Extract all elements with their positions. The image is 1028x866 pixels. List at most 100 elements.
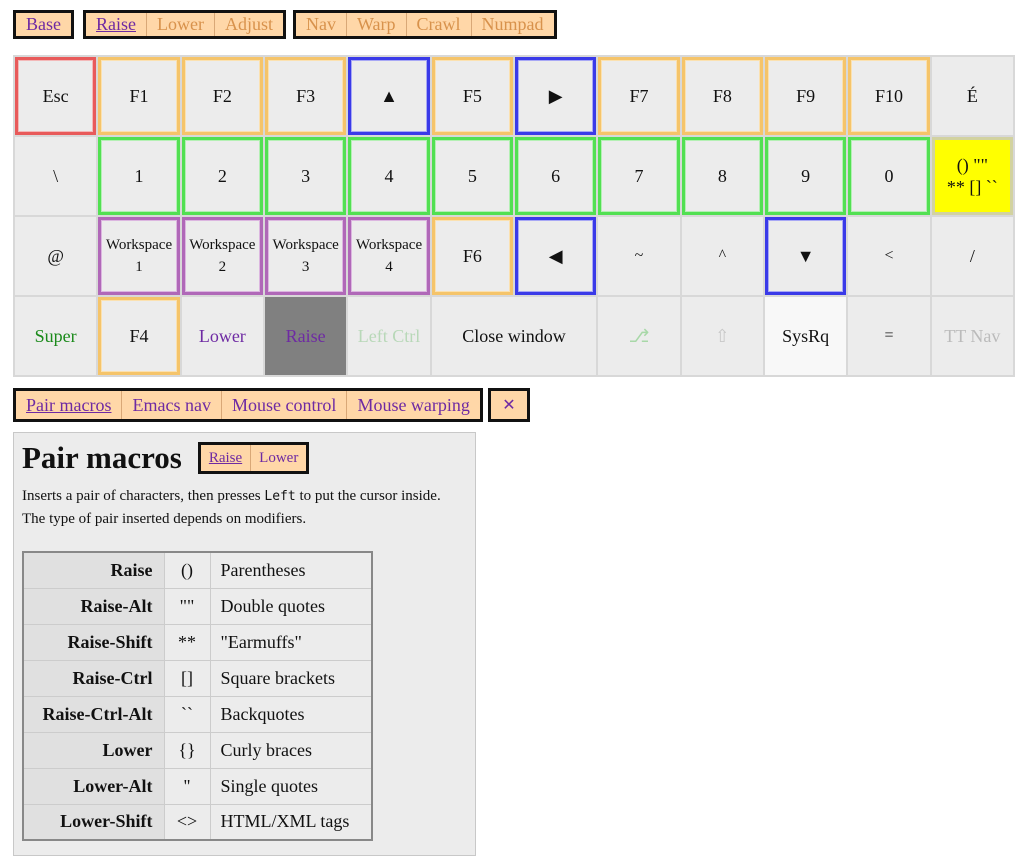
description-cell: Curly braces — [209, 731, 373, 769]
keyboard-layout: Esc F1 F2 F3 ▲ F5 ▶ F7 F8 F9 F10 É \ 1 2… — [13, 55, 1015, 377]
key-f6[interactable]: F6 — [431, 217, 513, 295]
key-caret[interactable]: ^ — [681, 217, 763, 295]
modifier-cell: Raise-Alt — [22, 587, 165, 625]
key-9[interactable]: 9 — [765, 137, 847, 215]
workspace-label: Workspace — [272, 237, 339, 253]
desc-text-after: to put the cursor inside. — [299, 488, 441, 504]
key-close-window[interactable]: Close window — [431, 297, 597, 375]
key-1[interactable]: 1 — [98, 137, 180, 215]
key-f9[interactable]: F9 — [765, 57, 847, 135]
tab-mouse-warping[interactable]: Mouse warping — [347, 391, 479, 419]
modifier-cell: Lower-Shift — [22, 803, 165, 841]
pair-macros-panel: Pair macros Raise Lower Inserts a pair o… — [13, 432, 476, 856]
table-row: Lower-Shift <> HTML/XML tags — [22, 803, 373, 841]
close-icon: ✕ — [502, 395, 516, 414]
description-cell: Square brackets — [209, 659, 373, 697]
key-workspace-2[interactable]: Workspace 2 — [181, 217, 263, 295]
panel-tab-lower[interactable]: Lower — [251, 445, 306, 471]
key-f5[interactable]: F5 — [431, 57, 513, 135]
symbol-cell: `` — [163, 695, 211, 733]
key-f4[interactable]: F4 — [98, 297, 180, 375]
description-cell: Double quotes — [209, 587, 373, 625]
key-left-arrow[interactable]: ◀ — [515, 217, 597, 295]
symbol-cell: '' — [163, 767, 211, 805]
key-backslash[interactable]: \ — [15, 137, 97, 215]
key-sysrq[interactable]: SysRq — [765, 297, 847, 375]
key-f1[interactable]: F1 — [98, 57, 180, 135]
description-cell: Single quotes — [209, 767, 373, 805]
tab-base[interactable]: Base — [16, 13, 71, 36]
key-esc[interactable]: Esc — [15, 57, 97, 135]
key-f7[interactable]: F7 — [598, 57, 680, 135]
key-e-acute[interactable]: É — [931, 57, 1013, 135]
key-right-arrow[interactable]: ▶ — [515, 57, 597, 135]
layer-tabs-nav: Nav Warp Crawl Numpad — [293, 10, 557, 39]
key-workspace-1[interactable]: Workspace 1 — [98, 217, 180, 295]
key-pair-macro[interactable]: () "" ** [] `` — [931, 137, 1013, 215]
tab-numpad[interactable]: Numpad — [472, 13, 554, 36]
key-at[interactable]: @ — [15, 217, 97, 295]
key-7[interactable]: 7 — [598, 137, 680, 215]
workspace-number: 3 — [301, 259, 310, 275]
tab-nav[interactable]: Nav — [296, 13, 347, 36]
key-left-ctrl[interactable]: Left Ctrl — [348, 297, 430, 375]
key-f10[interactable]: F10 — [848, 57, 930, 135]
tab-mouse-control[interactable]: Mouse control — [222, 391, 348, 419]
tab-warp[interactable]: Warp — [347, 13, 407, 36]
panel-description: Inserts a pair of characters, then press… — [22, 485, 467, 531]
panel-title: Pair macros — [22, 440, 182, 475]
modifier-table: Raise () Parentheses Raise-Alt "" Double… — [22, 551, 373, 841]
table-row: Raise-Ctrl [] Square brackets — [22, 659, 373, 697]
key-raise[interactable]: Raise — [265, 297, 347, 375]
tab-pair-macros[interactable]: Pair macros — [16, 391, 123, 419]
panel-layer-tabs: Raise Lower — [197, 442, 310, 474]
key-workspace-3[interactable]: Workspace 3 — [265, 217, 347, 295]
tab-emacs-nav[interactable]: Emacs nav — [122, 391, 222, 419]
workspace-number: 2 — [218, 259, 227, 275]
key-3[interactable]: 3 — [265, 137, 347, 215]
key-8[interactable]: 8 — [681, 137, 763, 215]
workspace-label: Workspace — [189, 237, 256, 253]
tab-crawl[interactable]: Crawl — [407, 13, 472, 36]
key-6[interactable]: 6 — [515, 137, 597, 215]
key-slash[interactable]: / — [931, 217, 1013, 295]
modifier-cell: Raise-Ctrl-Alt — [22, 695, 165, 733]
key-5[interactable]: 5 — [431, 137, 513, 215]
workspace-label: Workspace — [105, 237, 173, 253]
table-row: Raise-Ctrl-Alt `` Backquotes — [22, 695, 373, 733]
key-2[interactable]: 2 — [181, 137, 263, 215]
tab-adjust[interactable]: Adjust — [215, 13, 283, 36]
key-tt-nav[interactable]: TT Nav — [931, 297, 1013, 375]
tab-raise[interactable]: Raise — [86, 13, 147, 36]
tab-lower[interactable]: Lower — [147, 13, 215, 36]
key-less-than[interactable]: < — [848, 217, 930, 295]
key-equals[interactable]: = — [848, 297, 930, 375]
panel-tab-raise[interactable]: Raise — [201, 445, 252, 471]
close-panel-button[interactable]: ✕ — [488, 388, 530, 422]
key-tilde[interactable]: ~ — [598, 217, 680, 295]
key-up-arrow[interactable]: ▲ — [348, 57, 430, 135]
table-row: Lower {} Curly braces — [22, 731, 373, 769]
modifier-cell: Lower-Alt — [22, 767, 165, 805]
table-row: Raise-Alt "" Double quotes — [22, 587, 373, 625]
key-super[interactable]: Super — [15, 297, 97, 375]
table-row: Raise () Parentheses — [22, 551, 373, 589]
key-lower[interactable]: Lower — [181, 297, 263, 375]
pair-macro-line2: ** [] `` — [946, 177, 998, 197]
key-4[interactable]: 4 — [348, 137, 430, 215]
key-alt-arrow-icon[interactable]: ⎇ — [598, 297, 680, 375]
key-0[interactable]: 0 — [848, 137, 930, 215]
key-f3[interactable]: F3 — [265, 57, 347, 135]
key-f8[interactable]: F8 — [681, 57, 763, 135]
workspace-number: 4 — [385, 259, 393, 275]
key-f2[interactable]: F2 — [181, 57, 263, 135]
modifier-cell: Lower — [22, 731, 165, 769]
key-down-arrow[interactable]: ▼ — [765, 217, 847, 295]
desc-line-2: The type of pair inserted depends on mod… — [22, 511, 307, 527]
symbol-cell: () — [163, 551, 211, 589]
key-shift-arrow-icon[interactable]: ⇧ — [681, 297, 763, 375]
symbol-cell: [] — [163, 659, 211, 697]
desc-text-before: Inserts a pair of characters, then press… — [22, 488, 261, 504]
modifier-cell: Raise-Shift — [22, 623, 165, 661]
key-workspace-4[interactable]: Workspace 4 — [348, 217, 430, 295]
